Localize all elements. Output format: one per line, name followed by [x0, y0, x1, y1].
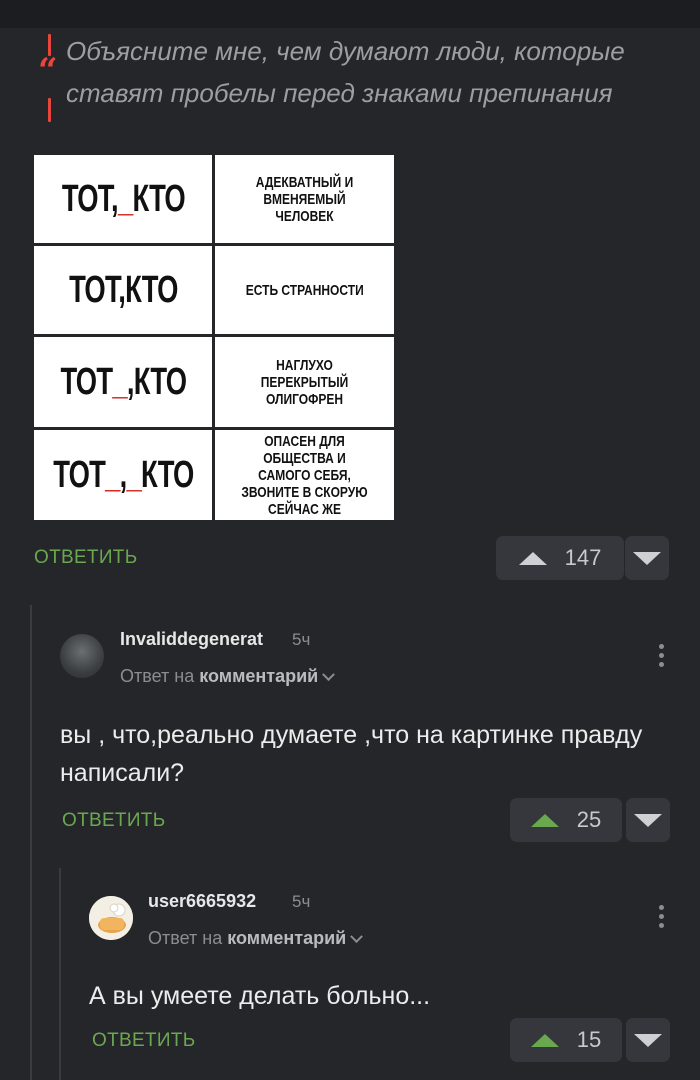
- more-vertical-icon[interactable]: [659, 644, 665, 671]
- more-vertical-icon[interactable]: [659, 905, 665, 932]
- meme-image[interactable]: ТОТ,_КТО АДЕКВАТНЫЙ И ВМЕНЯЕМЫЙ ЧЕЛОВЕК …: [34, 155, 394, 520]
- thread-line: [30, 605, 32, 1080]
- thread-line: [59, 868, 61, 1080]
- quote-text: Объясните мне, чем думают люди, которые …: [66, 36, 625, 108]
- upvote-button[interactable]: 25: [510, 798, 622, 842]
- meme-left-cell-1: ТОТ,_КТО: [34, 155, 212, 243]
- quote-icon: “: [38, 51, 58, 91]
- reply-button[interactable]: ОТВЕТИТЬ: [34, 547, 137, 569]
- downvote-icon: [634, 813, 662, 827]
- chevron-down-icon: [350, 930, 364, 944]
- meme-left-cell-4: ТОТ_,_КТО: [34, 430, 212, 520]
- reply-button[interactable]: ОТВЕТИТЬ: [92, 1030, 195, 1052]
- avatar[interactable]: [60, 634, 104, 678]
- upvote-icon: [530, 813, 559, 827]
- meme-right-cell-2: ЕСТЬ СТРАННОСТИ: [215, 246, 394, 334]
- meme-left-cell-3: ТОТ_,КТО: [34, 337, 212, 427]
- chevron-down-icon: [322, 668, 336, 682]
- reply-to-link[interactable]: Ответ на комментарий: [120, 666, 336, 687]
- comment-time: 5ч: [292, 892, 311, 911]
- avatar[interactable]: [89, 896, 133, 940]
- meme-right-cell-1: АДЕКВАТНЫЙ И ВМЕНЯЕМЫЙ ЧЕЛОВЕК: [215, 155, 394, 243]
- comment-time: 5ч: [292, 630, 311, 649]
- top-bar: [0, 0, 700, 28]
- comment-text: А вы умеете делать больно...: [89, 982, 431, 1010]
- meme-right-cell-4: ОПАСЕН ДЛЯ ОБЩЕСТВА И САМОГО СЕБЯ, ЗВОНИ…: [215, 430, 394, 520]
- vote-count: 147: [564, 545, 602, 570]
- downvote-icon: [634, 1033, 662, 1047]
- downvote-button[interactable]: [626, 798, 670, 842]
- quote-bar: [48, 98, 51, 122]
- downvote-icon: [633, 551, 661, 565]
- upvote-icon: [518, 551, 547, 565]
- vote-count: 15: [576, 1027, 602, 1052]
- upvote-icon: [530, 1033, 559, 1047]
- reply-to-link[interactable]: Ответ на комментарий: [148, 928, 364, 949]
- upvote-button[interactable]: 147: [496, 536, 624, 580]
- comment-username[interactable]: user6665932: [148, 891, 256, 912]
- downvote-button[interactable]: [625, 536, 669, 580]
- upvote-button[interactable]: 15: [510, 1018, 622, 1062]
- comment-username[interactable]: Invaliddegenerat: [120, 629, 263, 650]
- vote-count: 25: [576, 807, 602, 832]
- avatar-image: [89, 896, 133, 940]
- meme-left-cell-2: ТОТ,КТО: [34, 246, 212, 334]
- downvote-button[interactable]: [626, 1018, 670, 1062]
- comment-text: вы , что,реально думаете ,что на картинк…: [60, 721, 643, 787]
- reply-button[interactable]: ОТВЕТИТЬ: [62, 810, 165, 832]
- meme-right-cell-3: НАГЛУХО ПЕРЕКРЫТЫЙ ОЛИГОФРЕН: [215, 337, 394, 427]
